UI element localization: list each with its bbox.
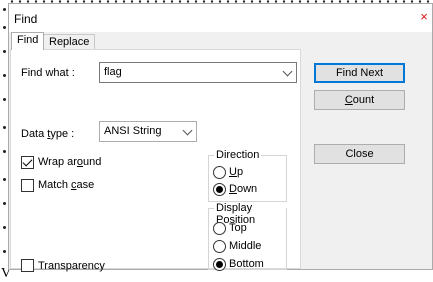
direction-up-radio[interactable] [213, 166, 226, 179]
direction-down-radio[interactable] [213, 183, 226, 196]
find-what-combo[interactable]: flag [99, 62, 297, 83]
transparency-checkbox[interactable] [21, 259, 34, 272]
count-button[interactable]: Count [314, 90, 405, 110]
close-button[interactable]: Close [314, 144, 405, 164]
direction-group: Direction Up Down [208, 149, 287, 202]
data-type-value: ANSI String [104, 125, 162, 137]
tab-strip: Find Replace [9, 32, 432, 50]
close-icon[interactable]: × [416, 7, 432, 27]
chevron-down-icon[interactable] [282, 66, 293, 77]
find-what-value: flag [104, 66, 122, 78]
chevron-down-icon[interactable] [182, 125, 193, 136]
display-position-title: Display Position [214, 202, 286, 226]
match-case-label[interactable]: Match case [38, 179, 94, 191]
data-type-select[interactable]: ANSI String [99, 121, 197, 142]
position-bottom-label[interactable]: Bottom [229, 258, 264, 270]
tab-replace[interactable]: Replace [43, 34, 96, 50]
position-bottom-radio[interactable] [213, 258, 226, 271]
display-position-group: Display Position Top Middle Bottom [208, 202, 287, 271]
data-type-label: Data type : [21, 128, 75, 140]
transparency-label[interactable]: Transparency [38, 260, 105, 272]
position-middle-label[interactable]: Middle [229, 240, 261, 252]
find-next-button[interactable]: Find Next [314, 63, 405, 83]
find-what-label: Find what : [21, 67, 75, 79]
tab-find[interactable]: Find [11, 32, 45, 50]
wrap-around-checkbox[interactable] [21, 156, 34, 169]
position-top-label[interactable]: Top [229, 222, 247, 234]
dialog-title: Find [14, 12, 38, 26]
background-bullet-column [0, 0, 8, 281]
title-bar: Find × [9, 4, 432, 32]
direction-up-label[interactable]: Up [229, 166, 243, 178]
wrap-around-label[interactable]: Wrap around [38, 156, 101, 168]
position-middle-radio[interactable] [213, 240, 226, 253]
direction-down-label[interactable]: Down [229, 183, 257, 195]
match-case-checkbox[interactable] [21, 179, 34, 192]
position-top-radio[interactable] [213, 222, 226, 235]
direction-title: Direction [214, 149, 262, 161]
find-dialog: Find × Find Replace Find what : flag Dat… [8, 3, 433, 272]
find-tab-panel: Find what : flag Data type : ANSI String… [10, 49, 301, 272]
